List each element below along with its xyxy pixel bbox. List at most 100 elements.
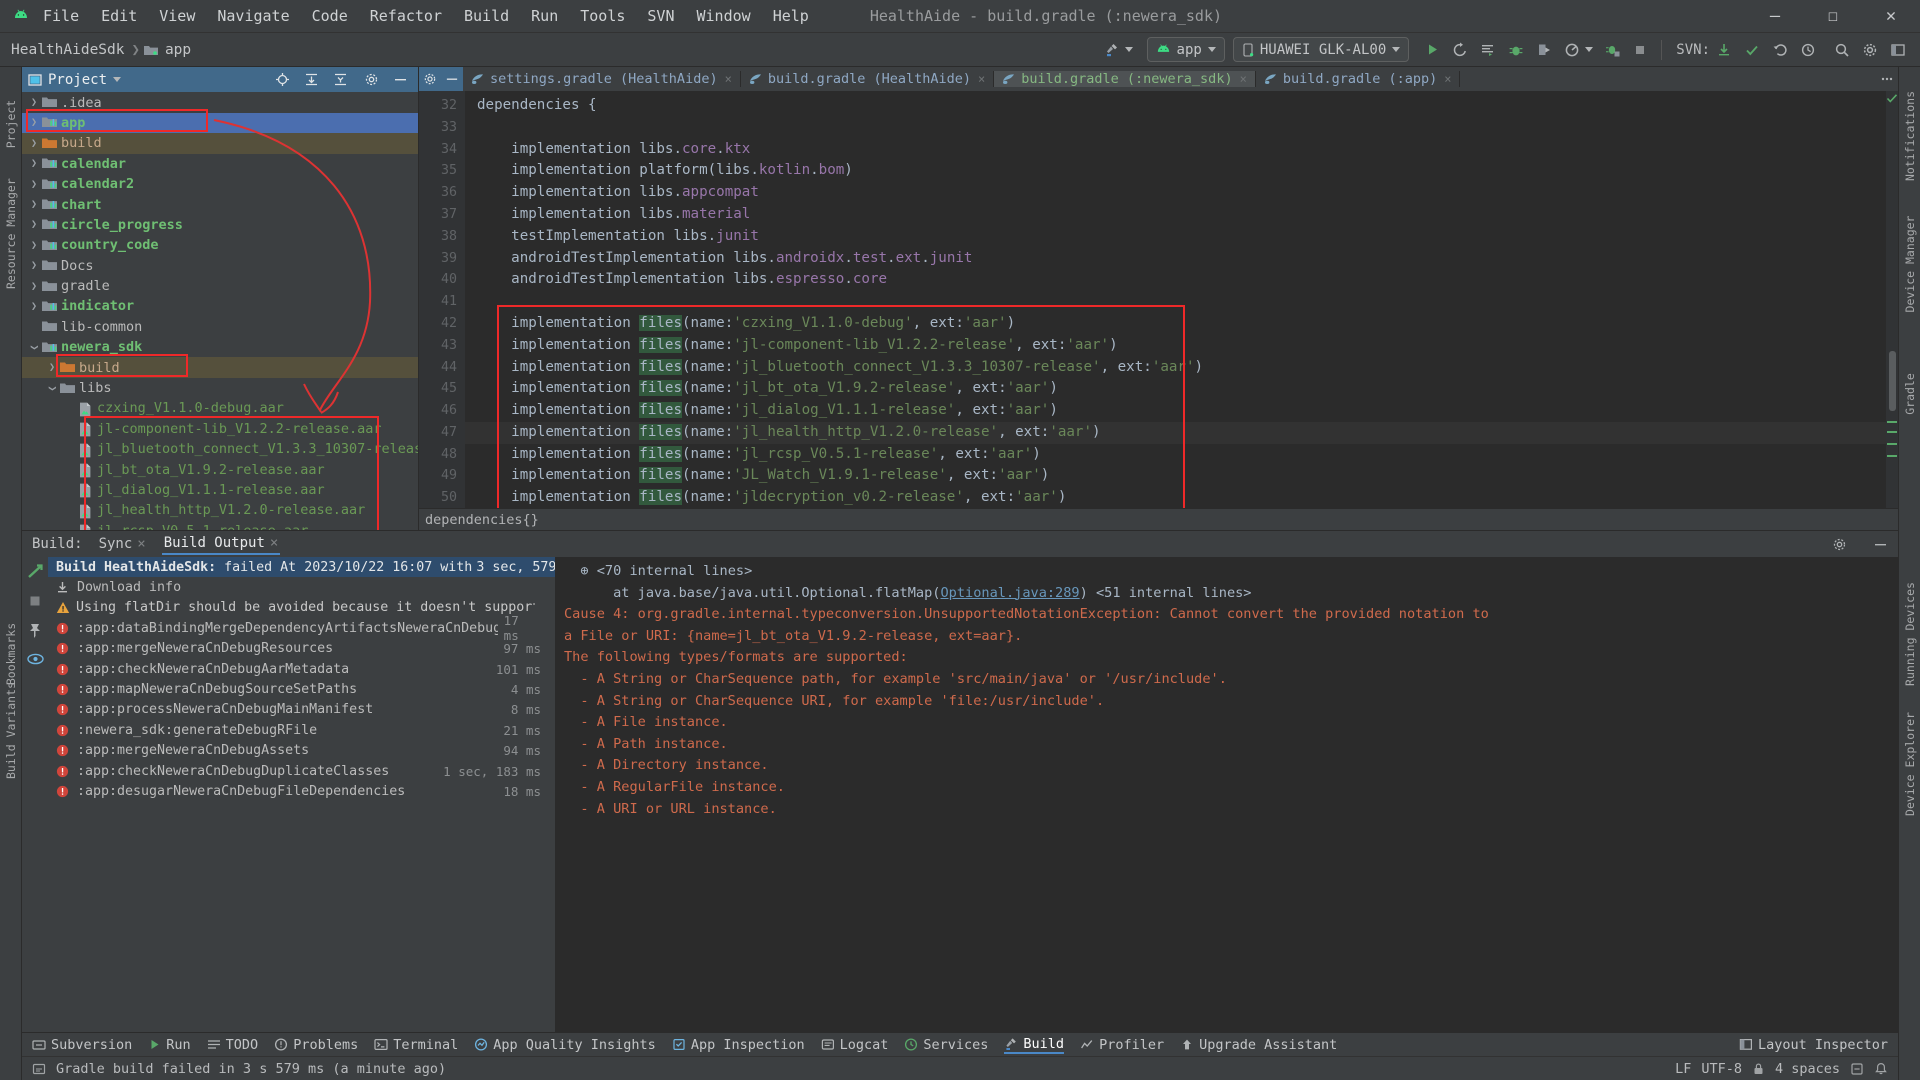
stop-button[interactable] <box>1627 37 1653 62</box>
code-line[interactable]: implementation files(name:'jl-component-… <box>465 335 1886 357</box>
tree-node-indicator[interactable]: ❯ indicator <box>22 296 418 316</box>
maximize-button[interactable]: ☐ <box>1804 0 1862 33</box>
tree-node-czxing-v1-1-0-debug-aar[interactable]: czxing_V1.1.0-debug.aar <box>22 398 418 418</box>
gear-icon[interactable] <box>423 72 437 86</box>
chevron-right-icon[interactable]: ❯ <box>26 240 42 251</box>
build-task-row[interactable]: :app:mergeNeweraCnDebugResources 97 ms <box>48 639 555 659</box>
close-icon[interactable]: × <box>1444 72 1451 86</box>
tool-window-run[interactable]: Run <box>148 1037 191 1053</box>
tool-window-layout-inspector[interactable]: Layout Inspector <box>1739 1037 1888 1053</box>
expand-all-icon[interactable] <box>304 72 319 87</box>
tree-node-docs[interactable]: ❯ Docs <box>22 255 418 275</box>
chevron-right-icon[interactable]: ❯ <box>26 199 42 210</box>
code-text[interactable]: dependencies { implementation libs.core.… <box>465 90 1886 509</box>
layout-button[interactable] <box>1884 37 1912 62</box>
chevron-right-icon[interactable]: ❯ <box>26 179 42 190</box>
chevron-right-icon[interactable]: ❯ <box>26 138 42 149</box>
tree-node-jl-dialog-v1-1-1-release-aar[interactable]: jl_dialog_V1.1.1-release.aar <box>22 480 418 500</box>
chevron-right-icon[interactable]: ❯ <box>26 117 42 128</box>
run-configuration-combo[interactable]: app <box>1146 37 1225 62</box>
chevron-down-icon[interactable] <box>113 77 122 83</box>
svn-commit-button[interactable] <box>1738 37 1766 62</box>
build-tab-sync[interactable]: Sync × <box>97 534 148 554</box>
code-line[interactable]: implementation files(name:'jl_dialog_V1.… <box>465 400 1886 422</box>
close-icon[interactable]: × <box>137 536 145 552</box>
menu-navigate[interactable]: Navigate <box>206 3 300 29</box>
more-tabs-button[interactable] <box>1876 67 1898 91</box>
build-task-row[interactable]: :app:mapNeweraCnDebugSourceSetPaths 4 ms <box>48 679 555 699</box>
close-icon[interactable]: × <box>978 72 985 86</box>
code-line[interactable]: testImplementation libs.junit <box>465 226 1886 248</box>
menu-svn[interactable]: SVN <box>636 3 685 29</box>
tool-window-upgrade-assistant[interactable]: Upgrade Assistant <box>1180 1037 1337 1053</box>
chevron-right-icon[interactable]: ❯ <box>26 158 42 169</box>
code-editor[interactable]: 32 33 34 35 36 37 38 39 40 41 42 43 44 45 46 47 48 49 50 d… <box>419 90 1898 509</box>
build-task-row[interactable]: :app:dataBindingMergeDependencyArtifacts… <box>48 613 555 643</box>
tree-node-calendar2[interactable]: ❯ calendar2 <box>22 174 418 194</box>
collapse-all-icon[interactable] <box>333 72 348 87</box>
tree-node-app[interactable]: ❯ app <box>22 112 418 134</box>
code-line[interactable]: implementation files(name:'jl_bluetooth_… <box>465 357 1886 379</box>
close-icon[interactable]: × <box>270 535 278 551</box>
build-task-row[interactable]: :app:desugarNeweraCnDebugFileDependencie… <box>48 781 555 801</box>
close-button[interactable]: ✕ <box>1862 0 1920 33</box>
menu-refactor[interactable]: Refactor <box>359 3 453 29</box>
tree-node-newera-sdk[interactable]: ❯ newera_sdk <box>22 337 418 357</box>
tree-node--idea[interactable]: ❯ .idea <box>22 92 418 112</box>
close-icon[interactable]: × <box>1240 72 1247 86</box>
tool-window-services[interactable]: Services <box>904 1037 988 1053</box>
chevron-right-icon[interactable]: ❯ <box>26 97 42 108</box>
build-tab-build-output[interactable]: Build Output × <box>161 533 281 555</box>
tool-window-subversion[interactable]: Subversion <box>32 1037 132 1053</box>
attach-debugger-button[interactable] <box>1599 37 1627 62</box>
svn-update-button[interactable] <box>1710 37 1738 62</box>
strip-item-running-devices[interactable]: Running Devices <box>1903 579 1917 689</box>
build-task-row[interactable]: :app:checkNeweraCnDebugAarMetadata 101 ms <box>48 659 555 679</box>
code-line[interactable]: implementation platform(libs.kotlin.bom) <box>465 160 1886 182</box>
code-line[interactable]: implementation libs.appcompat <box>465 182 1886 204</box>
code-line[interactable]: dependencies { <box>465 95 1886 117</box>
code-line[interactable] <box>465 291 1886 313</box>
tree-node-circle-progress[interactable]: ❯ circle_progress <box>22 215 418 235</box>
rerun-button[interactable] <box>1446 37 1474 62</box>
code-line[interactable]: implementation libs.core.ktx <box>465 139 1886 161</box>
search-everywhere-button[interactable] <box>1828 37 1856 62</box>
strip-item-build-variants[interactable]: Build Variants <box>4 682 18 779</box>
event-log-icon[interactable] <box>1850 1062 1864 1076</box>
eye-icon[interactable] <box>26 652 44 666</box>
svn-revert-button[interactable] <box>1766 37 1794 62</box>
tool-window-terminal[interactable]: Terminal <box>374 1037 458 1053</box>
build-task-row[interactable]: :newera_sdk:generateDebugRFile 21 ms <box>48 720 555 740</box>
tree-node-libs[interactable]: ❯ libs <box>22 378 418 398</box>
editor-tab-settings-gradle-healthaide-[interactable]: settings.gradle (HealthAide) × <box>463 70 741 87</box>
settings-button[interactable] <box>1856 37 1884 62</box>
tree-node-calendar[interactable]: ❯ calendar <box>22 154 418 174</box>
run-button[interactable] <box>1419 37 1446 62</box>
apply-changes-button[interactable] <box>1474 37 1502 62</box>
tree-node-jl-bluetooth-connect-v1-3-3-10307-release[interactable]: jl_bluetooth_connect_V1.3.3_10307-releas… <box>22 439 418 459</box>
tree-node-build[interactable]: ❯ build <box>22 357 418 378</box>
code-line[interactable]: androidTestImplementation libs.espresso.… <box>465 269 1886 291</box>
tree-node-build[interactable]: ❯ build <box>22 133 418 154</box>
chevron-down-icon[interactable]: ❯ <box>47 380 58 396</box>
menu-run[interactable]: Run <box>520 3 569 29</box>
menu-help[interactable]: Help <box>762 3 820 29</box>
console-link[interactable]: Optional.java:289 <box>940 585 1079 601</box>
debug-button[interactable] <box>1502 37 1530 62</box>
strip-item-resource-manager[interactable]: Resource Manager <box>4 178 18 289</box>
build-task-row[interactable]: Using flatDir should be avoided because … <box>48 598 555 618</box>
menu-view[interactable]: View <box>148 3 206 29</box>
tool-window-todo[interactable]: TODO <box>207 1037 258 1053</box>
breadcrumb-project[interactable]: HealthAideSdk <box>8 42 128 58</box>
minimize-button[interactable]: — <box>1746 0 1804 33</box>
menu-tools[interactable]: Tools <box>569 3 636 29</box>
svn-history-button[interactable] <box>1794 37 1822 62</box>
line-separator-indicator[interactable]: LF <box>1675 1061 1691 1077</box>
pin-icon[interactable] <box>27 622 43 638</box>
code-line[interactable]: implementation libs.material <box>465 204 1886 226</box>
tree-node-jl-bt-ota-v1-9-2-release-aar[interactable]: jl_bt_ota_V1.9.2-release.aar <box>22 459 418 479</box>
close-icon[interactable]: × <box>725 72 732 86</box>
lock-icon[interactable] <box>1752 1062 1765 1076</box>
strip-item-device-manager[interactable]: Device Manager <box>1903 211 1917 317</box>
tool-window-build[interactable]: Build <box>1004 1036 1065 1054</box>
